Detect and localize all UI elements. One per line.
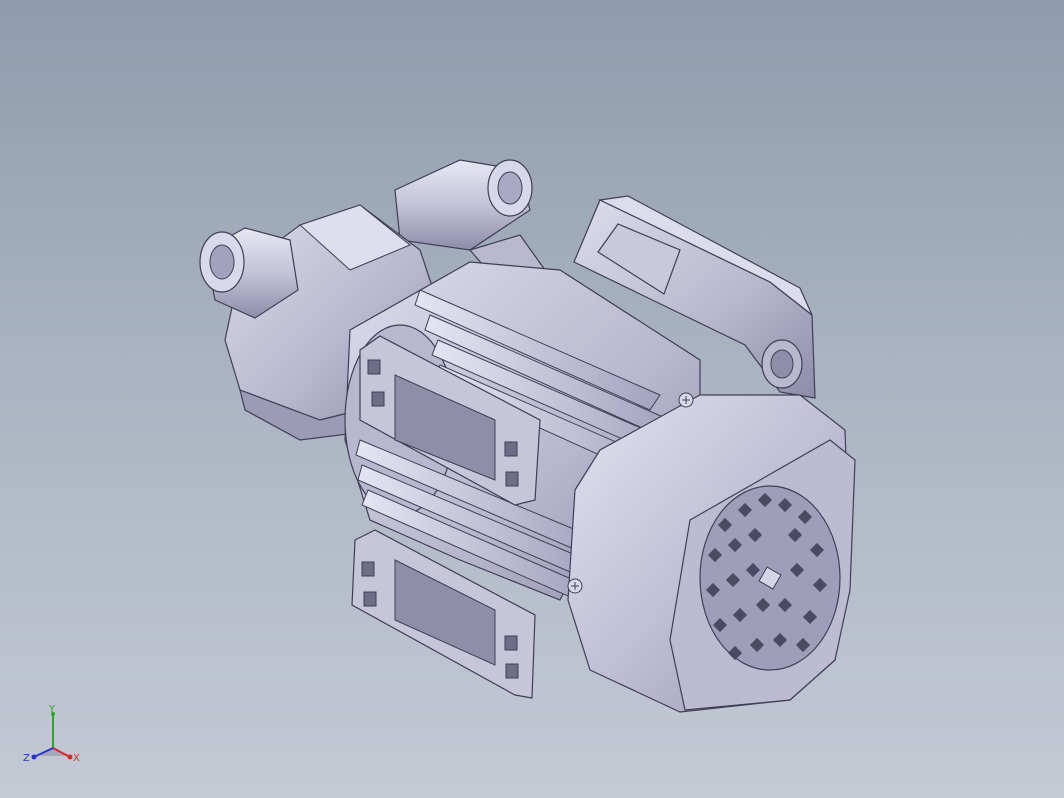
coordinate-triad: Y X Z — [23, 704, 80, 764]
x-axis-label: X — [73, 753, 80, 764]
screw-side — [567, 578, 583, 594]
y-axis-label: Y — [48, 704, 56, 715]
z-axis-label: Z — [23, 753, 30, 764]
graphics-viewport[interactable]: Y X Z — [0, 0, 1064, 798]
motor-pump-model[interactable] — [0, 0, 1064, 798]
screw-top — [678, 392, 694, 408]
